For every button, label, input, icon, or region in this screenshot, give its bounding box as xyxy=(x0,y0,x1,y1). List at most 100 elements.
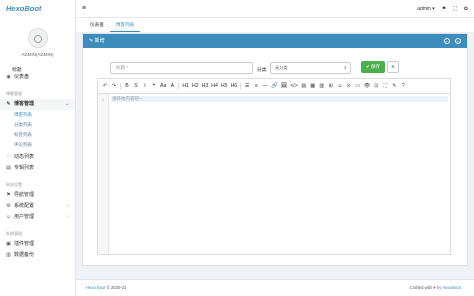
sidebar-item-label: 动态列表 xyxy=(14,154,35,160)
footer-copyright: Hexo Boot © 2020-21 xyxy=(86,280,126,296)
hamburger-menu-icon[interactable]: ≡ xyxy=(82,5,89,12)
toolbar-button[interactable]: H1 xyxy=(182,82,189,90)
backup-icon: ▥ xyxy=(6,252,11,258)
sidebar-item-label: 仪表盘 xyxy=(14,74,30,80)
toolbar-button[interactable]: Aa xyxy=(160,82,166,90)
sidebar-item-backup[interactable]: ▥ 数据备份 xyxy=(0,250,75,261)
sidebar-item-albums[interactable]: ▤ 专辑列表 xyxy=(0,163,75,174)
footer-brand-link[interactable]: Hexo Boot xyxy=(86,285,106,290)
toolbar-button[interactable]: 🖼 xyxy=(281,82,288,90)
footer-credit-link[interactable]: by HexoBoot. xyxy=(437,285,462,290)
save-button-label: 保存 xyxy=(371,64,381,69)
app-logo[interactable]: HexoBoot xyxy=(0,0,75,18)
sidebar-item-dashboard[interactable]: ◉ 仪表盘 xyxy=(0,72,75,83)
footer-crafted: Crafted with xyxy=(409,285,433,290)
toolbar-button[interactable]: H5 xyxy=(221,82,228,90)
list-icon: ▤ xyxy=(6,165,11,171)
nav-icon: ⚑ xyxy=(6,192,11,198)
collapse-icon[interactable]: − xyxy=(444,38,450,44)
toolbar-button[interactable]: I xyxy=(142,82,148,90)
user-menu[interactable]: admin ▾ xyxy=(417,6,435,12)
panel-title: 新增 xyxy=(94,38,105,44)
panel-tools: − × xyxy=(444,34,461,44)
toolbar-button[interactable]: </> xyxy=(290,82,298,90)
heart-icon: ♥ xyxy=(433,285,436,290)
list-icon: ≡ xyxy=(391,64,395,70)
edit-icon: ✎ xyxy=(89,38,94,44)
sidebar-subitem-blog-list[interactable]: 博客列表 xyxy=(0,110,75,120)
toolbar-button[interactable]: — xyxy=(262,82,268,90)
title-input[interactable]: 标题 * xyxy=(110,62,253,74)
sidebar-item-plugins[interactable]: ▣ 插件管理 xyxy=(0,239,75,250)
toolbar-button[interactable]: ▤ xyxy=(301,82,307,90)
toolbar-button[interactable]: A xyxy=(169,82,175,90)
save-icon: ✔ xyxy=(365,64,370,69)
toolbar-button[interactable]: H2 xyxy=(192,82,199,90)
nav-group-blog: 博客管理 xyxy=(6,91,22,96)
sidebar-item-blog-manage[interactable]: ✎ 博客管理 ⌄ xyxy=(0,99,75,110)
sidebar-item-label: 数据备份 xyxy=(14,252,35,258)
title-label: 标题 xyxy=(12,68,22,73)
toolbar-button[interactable]: ▥ xyxy=(319,82,325,90)
toolbar-button[interactable]: ≡ xyxy=(253,82,259,90)
dashboard-icon: ◉ xyxy=(6,74,11,80)
user-menu-label: admin xyxy=(417,6,431,12)
toolbar-button[interactable]: B xyxy=(124,82,130,90)
sidebar-item-moments[interactable]: ♡ 动态列表 xyxy=(0,152,75,163)
toolbar-button[interactable]: ⛶ xyxy=(382,82,388,90)
toolbar-button[interactable]: H4 xyxy=(211,82,218,90)
logo-text: HexoBoot xyxy=(6,4,42,13)
sidebar-subitem-comment-list[interactable]: 评论列表 xyxy=(0,140,75,150)
user-panel: ADMIN(ADMIN) xyxy=(0,18,75,66)
toolbar-button[interactable]: 🔗 xyxy=(271,82,277,90)
toolbar-button[interactable]: ▭ xyxy=(355,82,361,90)
line-number-gutter: 1 xyxy=(98,94,109,254)
sidebar-subitem-tag-list[interactable]: 标签列表 xyxy=(0,130,75,140)
toolbar-button[interactable]: ▦ xyxy=(310,82,316,90)
tab-blog-list[interactable]: 博客列表 xyxy=(109,18,141,32)
nav-group-site: 网站设置 xyxy=(6,182,22,187)
markdown-editor[interactable]: ↶ ↷ B S I ❝ Aa A H1 H2 H3 H4 H5 H6 ☰ ≡ — 🔗 🖼 </> ▤ ▦ ▥ ⊞ ☺ ⊙ ▭ 👁 ⊡ ⛶ ✎… xyxy=(97,78,451,255)
toolbar-button[interactable]: ✎ xyxy=(391,82,397,90)
sidebar-item-label: 博客管理 xyxy=(14,101,35,107)
toolbar-button[interactable]: ❝ xyxy=(151,82,157,90)
toolbar-button[interactable]: ↷ xyxy=(111,82,117,90)
sidebar-subitem-category-list[interactable]: 分类列表 xyxy=(0,120,75,130)
options-menu-button[interactable]: ≡ xyxy=(387,61,399,73)
top-navbar: ≡ admin ▾ ⚑ ⛶ ✿ xyxy=(76,0,474,18)
sidebar-item-nav-manage[interactable]: ⚑ 导航管理 xyxy=(0,190,75,201)
sidebar-item-label: 导航管理 xyxy=(14,192,35,198)
top-right-actions: admin ▾ ⚑ ⛶ ✿ xyxy=(417,0,468,18)
toolbar-button[interactable]: ☰ xyxy=(244,82,250,90)
user-name: ADMIN(ADMIN) xyxy=(21,52,54,57)
sidebar: HexoBoot ADMIN(ADMIN) ◉ 仪表盘 博客管理 ✎ 博客管理 … xyxy=(0,0,76,296)
sidebar-item-user-manage[interactable]: ☺ 用户管理 ‹ xyxy=(0,212,75,223)
toolbar-button[interactable]: 👁 xyxy=(364,82,371,90)
chevron-left-icon: ‹ xyxy=(67,214,69,220)
category-select[interactable]: 无分类 ⇕ xyxy=(270,62,351,74)
toolbar-button[interactable]: ↶ xyxy=(102,82,108,90)
toolbar-button[interactable]: ☺ xyxy=(337,82,343,90)
plugin-icon: ▣ xyxy=(6,241,11,247)
toolbar-button[interactable]: ⊙ xyxy=(346,82,352,90)
flag-icon[interactable]: ⚑ xyxy=(442,6,446,12)
tab-dashboard[interactable]: 仪表盘 xyxy=(84,18,110,32)
avatar[interactable] xyxy=(27,28,48,48)
toolbar-button[interactable]: H3 xyxy=(202,82,209,90)
toolbar-button[interactable]: H6 xyxy=(231,82,238,90)
toolbar-button[interactable]: ? xyxy=(400,82,406,90)
user-icon xyxy=(33,35,42,43)
fullscreen-icon[interactable]: ⛶ xyxy=(453,6,457,12)
nav-group-system: 系统管理 xyxy=(6,231,22,236)
toolbar-button[interactable]: ⊡ xyxy=(373,82,379,90)
sidebar-item-system-config[interactable]: ⚙ 系统配置 ‹ xyxy=(0,201,75,212)
toolbar-button[interactable]: ⊞ xyxy=(328,82,334,90)
chevron-down-icon: ⌄ xyxy=(64,101,69,107)
toolbar-button[interactable]: S xyxy=(133,82,139,90)
save-button[interactable]: ✔ 保存 xyxy=(361,61,385,73)
category-label: 分类 xyxy=(257,68,267,73)
close-icon[interactable]: × xyxy=(455,38,461,44)
settings-icon[interactable]: ✿ xyxy=(464,6,468,12)
editor-content[interactable]: 请开始内容吧~ xyxy=(111,96,448,102)
toolbar-separator xyxy=(120,82,121,90)
